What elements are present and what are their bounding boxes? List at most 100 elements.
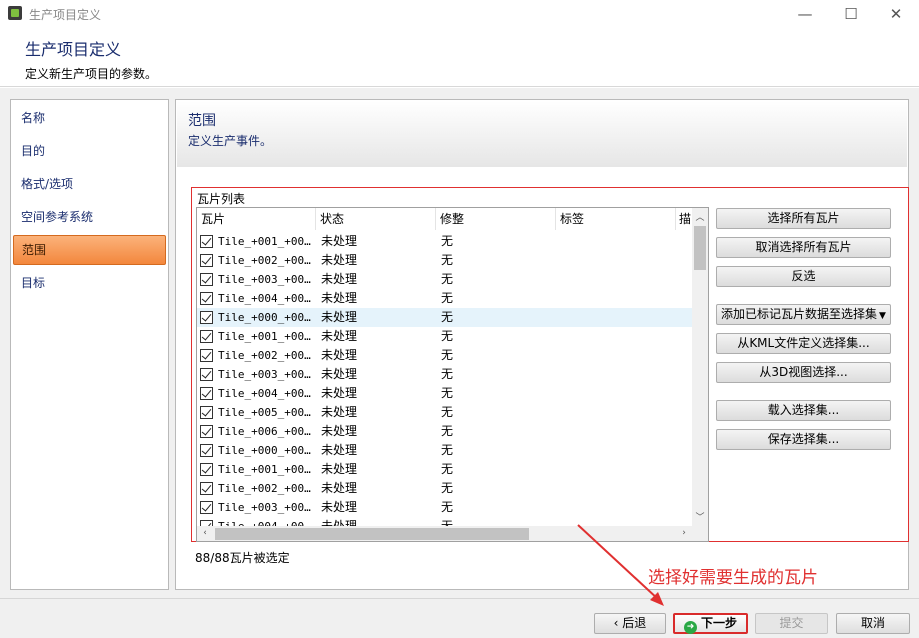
tile-fix-cell: 无 <box>441 348 454 362</box>
table-row[interactable]: Tile_+005_+00… 未处理 无 <box>197 403 692 422</box>
tile-checkbox[interactable] <box>200 463 213 476</box>
window-title: 生产项目定义 <box>29 8 102 22</box>
tile-checkbox[interactable] <box>200 425 213 438</box>
tile-checkbox[interactable] <box>200 273 213 286</box>
tile-state-cell: 未处理 <box>321 462 358 476</box>
tile-fix-cell: 无 <box>441 500 454 514</box>
sidebar-item-purpose[interactable]: 目的 <box>12 136 167 166</box>
cancel-button[interactable]: 取消 <box>836 613 910 634</box>
tile-checkbox[interactable] <box>200 330 213 343</box>
dropdown-arrow-icon: ▼ <box>879 311 886 321</box>
vertical-scrollbar[interactable]: ︿ ﹀ <box>692 208 708 526</box>
define-from-kml-button[interactable]: 从KML文件定义选择集... <box>716 333 891 354</box>
table-row[interactable]: Tile_+004_+00… 未处理 无 <box>197 384 692 403</box>
tile-checkbox[interactable] <box>200 311 213 324</box>
next-button[interactable]: ➜ 下一步 <box>673 613 748 634</box>
tile-checkbox[interactable] <box>200 235 213 248</box>
tile-name-cell: Tile_+002_+00… <box>218 482 311 495</box>
tile-name-cell: Tile_+002_+00… <box>218 254 311 267</box>
page-title: 生产项目定义 <box>25 40 122 59</box>
deselect-all-tiles-button[interactable]: 取消选择所有瓦片 <box>716 237 891 258</box>
tile-checkbox[interactable] <box>200 292 213 305</box>
tile-table[interactable]: 瓦片 状态 修整 标签 描 Tile_+001_+00… 未处理无 Tile_+00… <box>196 207 709 542</box>
tile-fix-cell: 无 <box>441 253 454 267</box>
tile-fix-cell: 无 <box>441 424 454 438</box>
sidebar-item-spatial-reference[interactable]: 空间参考系统 <box>12 202 167 232</box>
tile-checkbox[interactable] <box>200 482 213 495</box>
tile-name-cell: Tile_+001_+00… <box>218 330 311 343</box>
column-header-tag[interactable]: 标签 <box>556 208 676 230</box>
tile-checkbox[interactable] <box>200 444 213 457</box>
title-bar: 生产项目定义 — ☐ ✕ <box>0 0 919 28</box>
tile-state-cell: 未处理 <box>321 310 358 324</box>
tile-checkbox[interactable] <box>200 387 213 400</box>
table-row[interactable]: Tile_+001_+00… 未处理 无 <box>197 460 692 479</box>
tile-checkbox[interactable] <box>200 349 213 362</box>
table-row[interactable]: Tile_+004_+00… 未处理 无 <box>197 289 692 308</box>
select-from-3d-view-button[interactable]: 从3D视图选择... <box>716 362 891 383</box>
tile-name-cell: Tile_+003_+00… <box>218 368 311 381</box>
panel-header: 范围 定义生产事件。 <box>177 101 907 167</box>
horizontal-scroll-thumb[interactable] <box>215 528 529 540</box>
tile-fix-cell: 无 <box>441 234 454 248</box>
tile-state-cell: 未处理 <box>321 253 358 267</box>
column-header-state[interactable]: 状态 <box>316 208 436 230</box>
tile-state-cell: 未处理 <box>321 272 358 286</box>
sidebar-item-format-options[interactable]: 格式/选项 <box>12 169 167 199</box>
table-row[interactable]: Tile_+002_+00… 未处理 无 <box>197 479 692 498</box>
table-row[interactable]: Tile_+000_+00… 未处理 无 <box>197 441 692 460</box>
table-row[interactable]: Tile_+003_+00… 未处理 无 <box>197 498 692 517</box>
column-header-tile[interactable]: 瓦片 <box>197 208 316 230</box>
table-row[interactable]: Tile_+001_+00… 未处理 无 <box>197 327 692 346</box>
table-header: 瓦片 状态 修整 标签 描 <box>197 208 708 230</box>
tile-checkbox[interactable] <box>200 501 213 514</box>
tile-name-cell: Tile_+003_+00… <box>218 273 311 286</box>
wizard-steps-sidebar: 名称 目的 格式/选项 空间参考系统 范围 目标 <box>10 99 169 590</box>
tile-checkbox[interactable] <box>200 368 213 381</box>
scroll-left-icon[interactable]: ‹ <box>197 528 213 538</box>
tile-name-cell: Tile_+005_+00… <box>218 406 311 419</box>
tile-fix-cell: 无 <box>441 272 454 286</box>
sidebar-item-extent[interactable]: 范围 <box>13 235 166 265</box>
page-subtitle: 定义新生产项目的参数。 <box>25 67 158 81</box>
select-all-tiles-button[interactable]: 选择所有瓦片 <box>716 208 891 229</box>
tile-name-cell: Tile_+006_+00… <box>218 425 311 438</box>
table-row[interactable]: Tile_+002_+00… 未处理 无 <box>197 346 692 365</box>
add-marked-tiles-dropdown[interactable]: 添加已标记瓦片数据至选择集 ▼ <box>716 304 891 325</box>
load-selection-button[interactable]: 载入选择集... <box>716 400 891 421</box>
tile-checkbox[interactable] <box>200 254 213 267</box>
go-arrow-icon: ➜ <box>683 621 697 634</box>
table-row[interactable]: Tile_+006_+00… 未处理 无 <box>197 422 692 441</box>
sidebar-item-name[interactable]: 名称 <box>12 103 167 133</box>
table-body: Tile_+001_+00… 未处理无 Tile_+002_+00… 未处理无 Tile… <box>197 232 708 536</box>
invert-selection-button[interactable]: 反选 <box>716 266 891 287</box>
horizontal-scrollbar[interactable]: ‹ › <box>197 526 692 541</box>
table-row[interactable]: Tile_+003_+00… 未处理 无 <box>197 270 692 289</box>
vertical-scroll-thumb[interactable] <box>694 226 706 270</box>
column-header-desc[interactable]: 描 <box>676 208 692 230</box>
sidebar-item-target[interactable]: 目标 <box>12 268 167 298</box>
table-row[interactable]: Tile_+000_+00… 未处理 无 <box>197 308 692 327</box>
tile-fix-cell: 无 <box>441 443 454 457</box>
submit-button[interactable]: 提交 <box>755 613 828 634</box>
close-button[interactable]: ✕ <box>873 0 919 28</box>
back-button[interactable]: ‹ 后退 <box>594 613 666 634</box>
minimize-button[interactable]: — <box>782 0 828 28</box>
panel-subtitle: 定义生产事件。 <box>188 134 273 148</box>
tile-state-cell: 未处理 <box>321 481 358 495</box>
tile-state-cell: 未处理 <box>321 329 358 343</box>
tile-state-cell: 未处理 <box>321 367 358 381</box>
tile-checkbox[interactable] <box>200 406 213 419</box>
tile-name-cell: Tile_+004_+00… <box>218 387 311 400</box>
scroll-down-icon[interactable]: ﹀ <box>692 510 708 523</box>
tile-name-cell: Tile_+002_+00… <box>218 349 311 362</box>
column-header-fix[interactable]: 修整 <box>436 208 556 230</box>
save-selection-button[interactable]: 保存选择集... <box>716 429 891 450</box>
scroll-right-icon[interactable]: › <box>676 528 692 538</box>
scroll-up-icon[interactable]: ︿ <box>692 210 708 223</box>
maximize-button[interactable]: ☐ <box>828 0 874 28</box>
table-row[interactable]: Tile_+003_+00… 未处理 无 <box>197 365 692 384</box>
table-row[interactable]: Tile_+001_+00… 未处理 无 <box>197 232 692 251</box>
tile-fix-cell: 无 <box>441 405 454 419</box>
table-row[interactable]: Tile_+002_+00… 未处理 无 <box>197 251 692 270</box>
